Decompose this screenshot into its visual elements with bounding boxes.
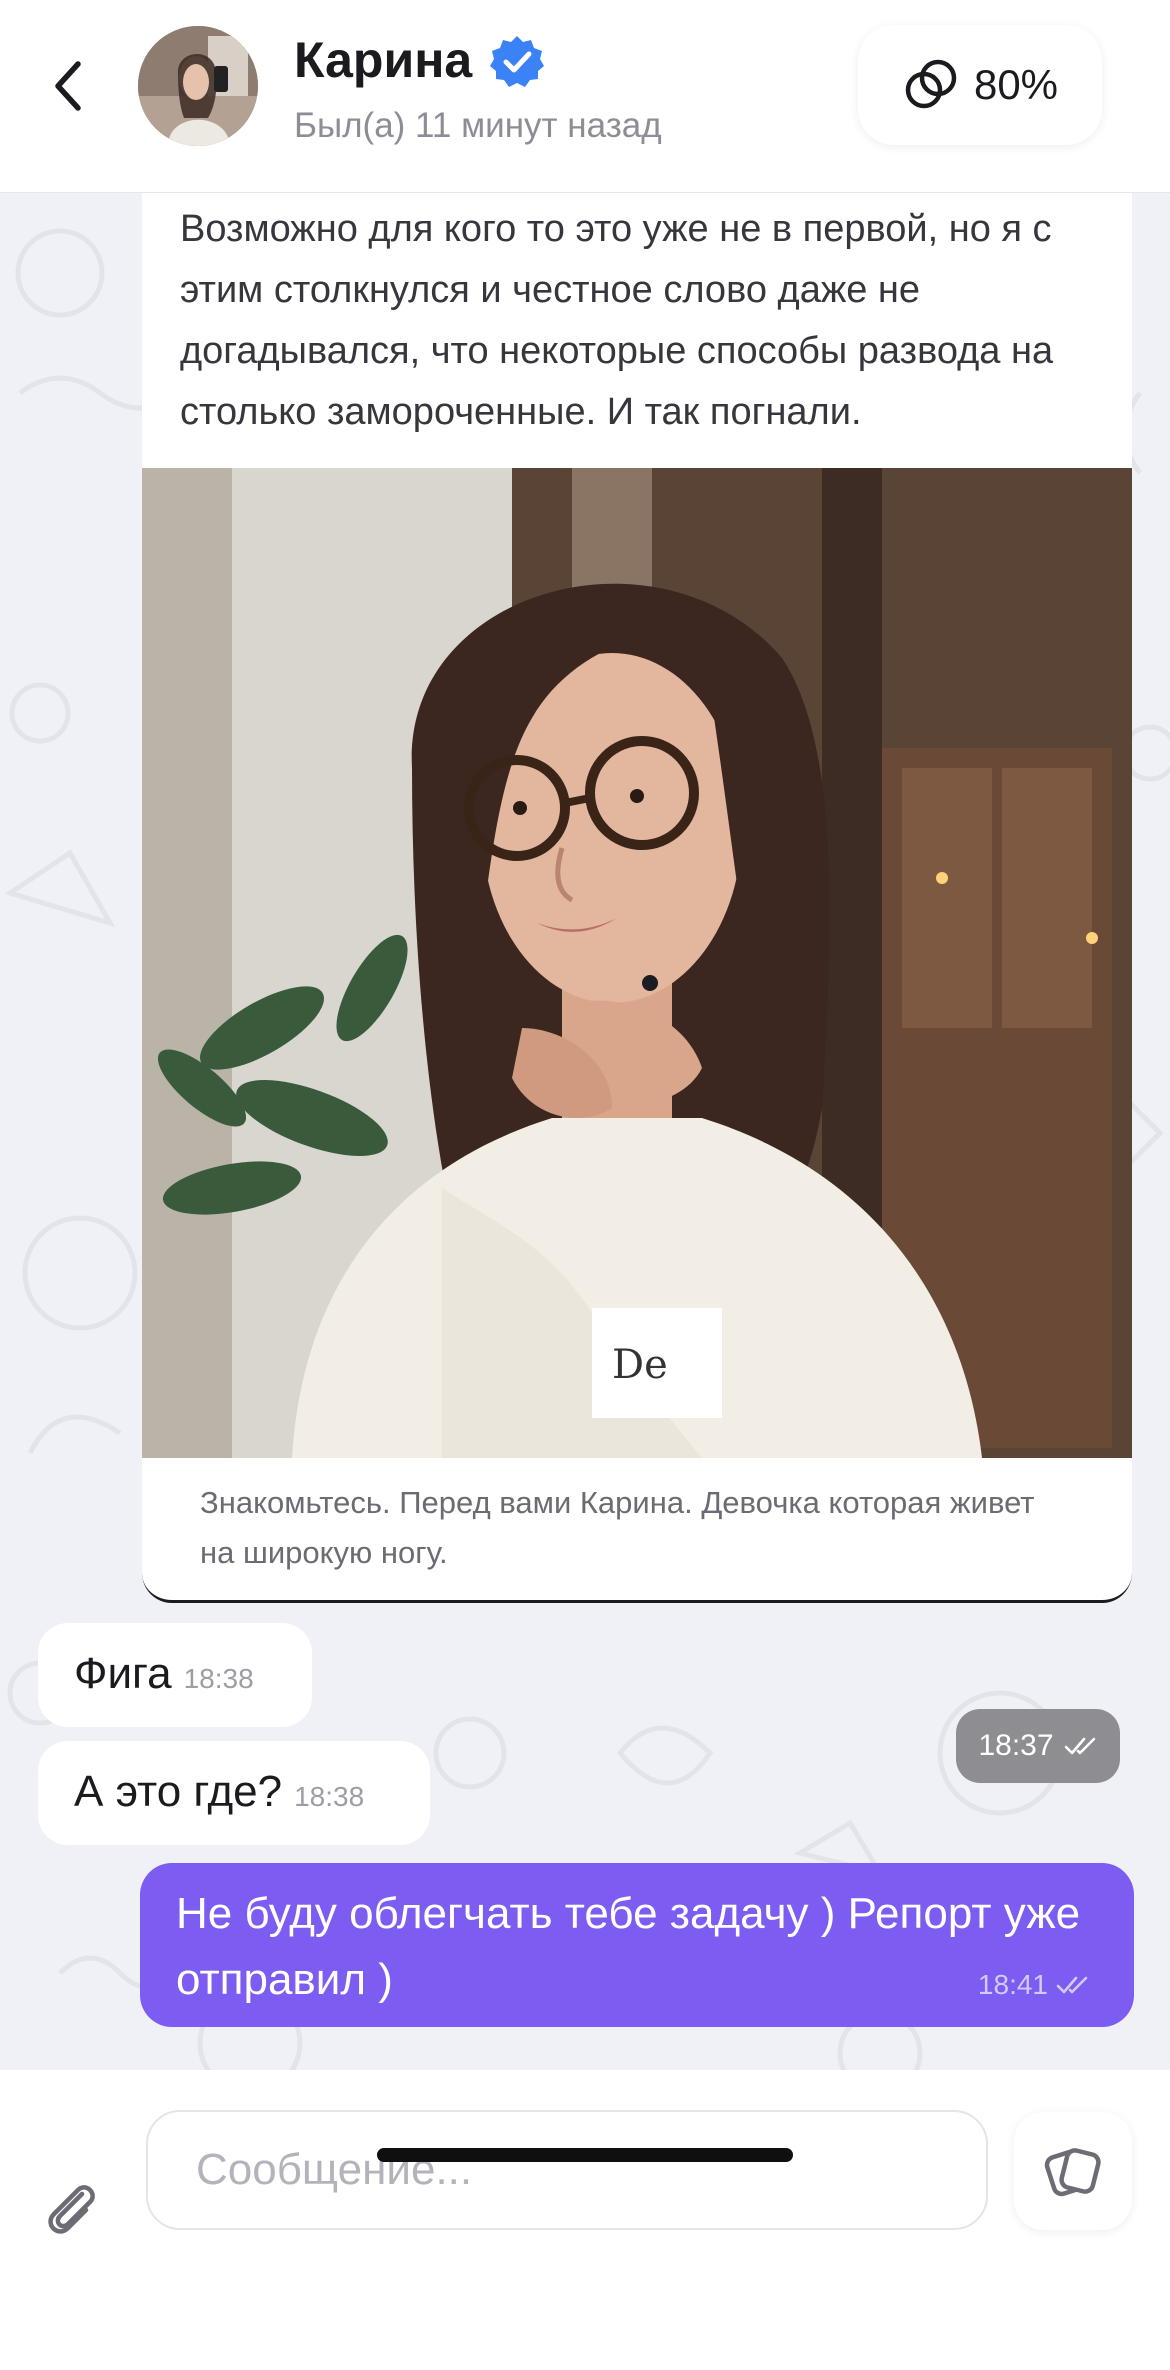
match-percent-button[interactable]: 80%: [858, 25, 1102, 145]
message-time: 18:38: [294, 1781, 365, 1812]
avatar[interactable]: [138, 26, 258, 146]
outgoing-message[interactable]: Не буду облегчать тебе задачу ) Репорт у…: [140, 1863, 1134, 2027]
chat-header: Карина Был(а) 11 минут назад 80%: [0, 0, 1170, 193]
message-composer: [0, 2070, 1170, 2370]
verified-badge-icon: [490, 36, 544, 87]
paperclip-icon: [48, 2185, 95, 2234]
double-check-icon: [1056, 1976, 1088, 1994]
sticker-button[interactable]: [1014, 2112, 1132, 2230]
last-seen-status: Был(а) 11 минут назад: [294, 106, 662, 145]
back-button[interactable]: [40, 50, 96, 122]
chat-area[interactable]: Возможно для кого то это уже не в первой…: [0, 193, 1170, 2070]
post-message[interactable]: Возможно для кого то это уже не в первой…: [142, 193, 1132, 1603]
attach-button[interactable]: [34, 2170, 110, 2246]
message-text: Не буду облегчать тебе задачу ) Репорт у…: [176, 1889, 1081, 2004]
incoming-message[interactable]: Фига 18:38: [38, 1623, 312, 1727]
chevron-left-icon: [55, 61, 81, 111]
photo-woman-in-cafe: De: [142, 468, 1132, 1458]
double-check-icon: [1064, 1737, 1095, 1755]
incoming-message[interactable]: А это где? 18:38: [38, 1741, 430, 1845]
svg-text:De: De: [612, 1342, 668, 1388]
message-time: 18:38: [183, 1663, 254, 1694]
message-status: 18:41: [978, 1969, 1090, 2001]
post-time: 18:37: [978, 1729, 1054, 1762]
message-text: А это где?: [74, 1767, 283, 1816]
post-timestamp: 18:37: [956, 1709, 1120, 1783]
message-input[interactable]: [146, 2110, 988, 2230]
sticker-icon: [1044, 2148, 1101, 2197]
post-caption: Знакомьтесь. Перед вами Карина. Девочка …: [200, 1485, 1035, 1570]
contact-name: Карина: [294, 32, 473, 88]
post-photo[interactable]: De: [142, 468, 1132, 1458]
interlocking-rings-icon: [905, 59, 957, 109]
post-text: Возможно для кого то это уже не в первой…: [180, 208, 1054, 433]
match-percent-value: 80%: [973, 61, 1059, 108]
avatar-image: [138, 26, 258, 146]
message-text: Фига: [74, 1649, 172, 1698]
message-time: 18:41: [977, 1969, 1048, 2000]
home-indicator: [377, 2148, 793, 2162]
